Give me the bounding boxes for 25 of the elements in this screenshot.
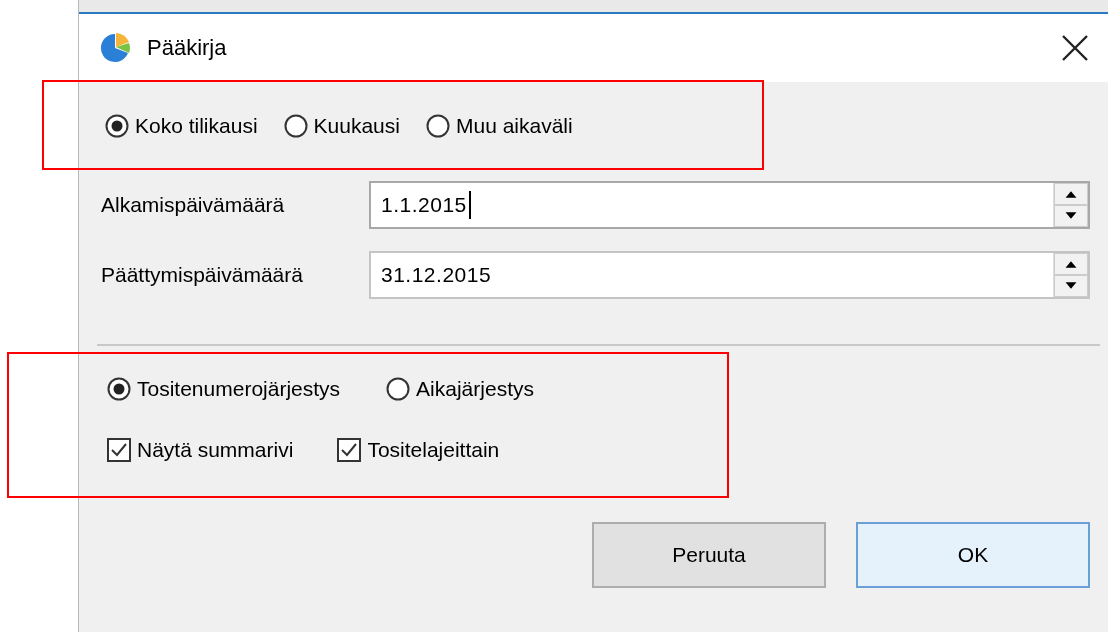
checkbox-label[interactable]: Tositelajeittain — [367, 438, 500, 462]
close-icon[interactable] — [1060, 33, 1090, 63]
radio-button[interactable] — [283, 114, 308, 138]
radio-label[interactable]: Muu aikaväli — [455, 114, 573, 138]
checkbox[interactable] — [337, 438, 362, 462]
radio-label[interactable]: Aikajärjestys — [416, 377, 534, 401]
date-field[interactable]: 1.1.2015 — [369, 181, 1090, 229]
radio-button[interactable] — [107, 377, 131, 401]
radio-label[interactable]: Tositenumerojärjestys — [137, 377, 341, 401]
pie-chart-icon — [99, 32, 131, 64]
window-title: Pääkirja — [147, 35, 228, 61]
radio-label[interactable]: Kuukausi — [313, 114, 400, 138]
radio-label[interactable]: Koko tilikausi — [135, 114, 258, 138]
cancel-button[interactable]: Peruuta — [592, 522, 826, 588]
radio-button[interactable] — [386, 377, 411, 401]
field-label: Alkamispäivämäärä — [101, 193, 286, 217]
radio-button[interactable] — [425, 114, 450, 138]
spin-buttons[interactable] — [1053, 183, 1088, 227]
date-field[interactable]: 31.12.2015 — [369, 251, 1090, 299]
checkbox[interactable] — [107, 438, 131, 462]
checkbox-label[interactable]: Näytä summarivi — [137, 438, 294, 462]
field-label: Päättymispäivämäärä — [101, 263, 304, 287]
spin-buttons[interactable] — [1053, 253, 1088, 297]
ok-button[interactable]: OK — [856, 522, 1090, 588]
radio-button[interactable] — [105, 114, 129, 138]
